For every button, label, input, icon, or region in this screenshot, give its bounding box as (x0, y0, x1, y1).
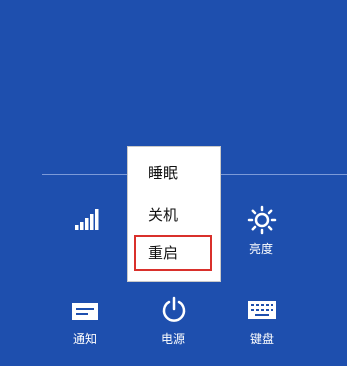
power-label: 电源 (161, 332, 186, 346)
shutdown-menu-item[interactable]: 关机 (128, 202, 220, 228)
notifications-label: 通知 (73, 332, 98, 346)
signal-icon[interactable] (74, 207, 100, 231)
power-menu: 睡眠 关机 重启 (127, 146, 221, 282)
brightness-icon[interactable] (247, 205, 277, 235)
keyboard-icon[interactable] (247, 300, 277, 320)
sleep-menu-item[interactable]: 睡眠 (128, 160, 220, 186)
power-icon[interactable] (160, 296, 188, 324)
notifications-icon[interactable] (71, 302, 99, 322)
keyboard-label: 键盘 (250, 332, 275, 346)
settings-charm-screen: 亮度 通知 电源 键盘 睡眠 关机 重启 (0, 0, 347, 366)
restart-menu-item[interactable]: 重启 (128, 240, 220, 266)
brightness-label: 亮度 (249, 242, 274, 256)
